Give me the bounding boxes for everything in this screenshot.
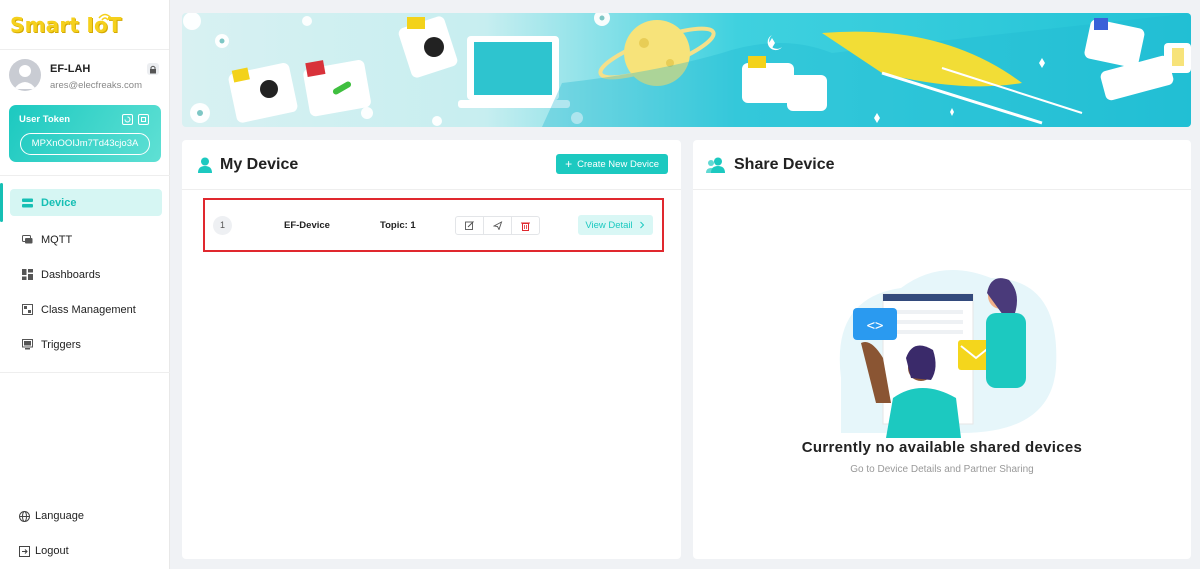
token-value[interactable]: MPXnOOIJm7Td43cjo3A	[20, 133, 150, 155]
server-icon	[22, 197, 33, 208]
sidebar-item-label: Class Management	[41, 303, 136, 316]
monitor-icon	[22, 339, 33, 350]
row-index: 1	[213, 216, 232, 235]
sidebar-item-class-management[interactable]: Class Management	[0, 292, 170, 327]
wifi-icon	[98, 13, 112, 21]
edit-button[interactable]	[456, 217, 484, 234]
sidebar-nav: Device MQTT Dashboards Class Management …	[0, 176, 170, 362]
empty-state-illustration-icon: <>	[839, 270, 1057, 438]
token-title: User Token	[19, 114, 71, 125]
delete-button[interactable]	[512, 217, 539, 234]
banner-illustration-icon	[183, 13, 1191, 127]
globe-icon	[19, 510, 30, 522]
user-name: EF-LAH	[50, 63, 91, 75]
language-button[interactable]: Language	[19, 510, 84, 522]
empty-state-subtitle: Go to Device Details and Partner Sharing	[850, 464, 1034, 475]
sidebar-item-label: Dashboards	[41, 268, 101, 281]
my-device-header: My Device + Create New Device	[182, 140, 681, 190]
empty-state-title: Currently no available shared devices	[801, 439, 1083, 456]
my-device-panel: My Device + Create New Device 1 EF-Devic…	[182, 140, 681, 559]
logout-icon	[19, 545, 30, 557]
plus-icon: +	[565, 157, 573, 171]
sidebar-item-triggers[interactable]: Triggers	[0, 327, 170, 362]
share-icon	[492, 221, 502, 230]
user-icon	[198, 157, 212, 173]
language-label: Language	[35, 510, 84, 522]
share-button[interactable]	[484, 217, 512, 234]
divider	[0, 372, 170, 373]
trash-icon	[521, 222, 530, 231]
sidebar-item-device[interactable]: Device	[0, 183, 162, 222]
user-profile: EF-LAH ares@elecfreaks.com	[9, 59, 161, 97]
create-new-device-label: Create New Device	[577, 158, 659, 170]
sidebar-item-dashboards[interactable]: Dashboards	[0, 257, 170, 292]
share-device-header: Share Device	[693, 140, 1191, 190]
sidebar: Smart IoT EF-LAH ares@elecfreaks.com Use…	[0, 0, 170, 569]
users-icon	[706, 157, 725, 173]
sidebar-item-label: Triggers	[41, 338, 81, 351]
edit-icon	[465, 221, 474, 230]
table-row[interactable]: 1 EF-Device Topic: 1 View Detail	[203, 198, 664, 252]
view-detail-button[interactable]: View Detail	[578, 215, 653, 235]
share-device-panel: Share Device <> Currently no available s…	[693, 140, 1191, 559]
view-detail-label: View Detail	[585, 219, 633, 231]
user-avatar-icon	[14, 65, 36, 89]
user-email: ares@elecfreaks.com	[50, 80, 143, 91]
create-new-device-button[interactable]: + Create New Device	[556, 154, 668, 174]
page-title: My Device	[220, 155, 299, 173]
user-token-card: User Token MPXnOOIJm7Td43cjo3A	[9, 105, 161, 162]
logout-button[interactable]: Logout	[19, 545, 69, 557]
logout-label: Logout	[35, 545, 69, 557]
lock-icon[interactable]	[147, 63, 159, 75]
refresh-token-icon[interactable]	[122, 114, 133, 125]
chat-icon	[22, 234, 33, 245]
device-topic: Topic: 1	[380, 220, 416, 231]
sidebar-item-label: Device	[41, 196, 77, 209]
grid-icon	[22, 269, 33, 280]
page-title: Share Device	[734, 155, 835, 173]
hero-banner	[182, 13, 1191, 127]
chevron-right-icon	[639, 221, 644, 229]
copy-token-icon[interactable]	[138, 114, 149, 125]
svg-text:<>: <>	[867, 318, 884, 334]
sidebar-item-mqtt[interactable]: MQTT	[0, 222, 170, 257]
logo[interactable]: Smart IoT	[0, 0, 169, 50]
class-icon	[22, 304, 33, 315]
avatar[interactable]	[9, 59, 41, 91]
row-actions	[455, 216, 540, 235]
device-name: EF-Device	[284, 220, 330, 231]
sidebar-item-label: MQTT	[41, 233, 73, 246]
